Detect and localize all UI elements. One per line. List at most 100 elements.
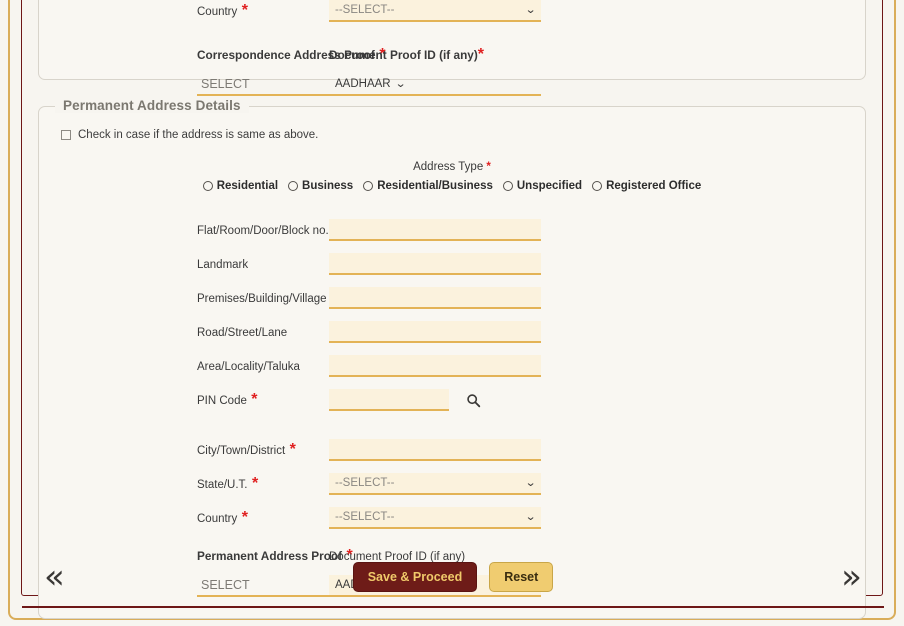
correspondence-address-proof-value: SELECT <box>201 77 250 91</box>
state-ut-select[interactable]: --SELECT-- ⌄ <box>329 473 541 495</box>
required-asterisk: * <box>483 161 491 173</box>
field-label-col: Landmark <box>39 255 329 273</box>
chevron-down-icon: ⌄ <box>524 510 537 523</box>
premises-building-village-input[interactable] <box>329 287 541 309</box>
permanent-country-select[interactable]: --SELECT-- ⌄ <box>329 507 541 529</box>
form-action-bar: « Save & Proceed Reset » <box>22 548 884 608</box>
radio-icon[interactable] <box>288 181 299 191</box>
flat-room-door-block-input[interactable] <box>329 219 541 241</box>
correspondence-proof-labels-row: Correspondence Address Proof * Document … <box>39 45 865 65</box>
premises-building-village-label: Premises/Building/Village <box>197 293 327 305</box>
field-input-col <box>329 389 589 411</box>
address-type-option-label: Residential <box>216 180 279 192</box>
pin-code-input[interactable] <box>329 389 449 411</box>
address-type-option-residential[interactable]: Residential <box>202 180 279 192</box>
permanent-field-row: Area/Locality/Taluka <box>39 352 865 380</box>
field-input-col <box>329 287 541 309</box>
field-label-col: City/Town/District * <box>39 441 329 459</box>
radio-icon[interactable] <box>363 181 374 191</box>
address-type-option-residential-business[interactable]: Residential/Business <box>363 180 493 192</box>
road-street-lane-label: Road/Street/Lane <box>197 327 288 339</box>
address-type-option-label: Business <box>302 180 354 192</box>
field-label-col: State/U.T. * <box>39 475 329 493</box>
field-input-col <box>329 439 541 461</box>
address-type-radio-group: Residential Business Residential/Busines… <box>39 180 865 192</box>
correspondence-docid-field-col: AADHAAR <box>329 74 541 96</box>
field-input-col: --SELECT-- ⌄ <box>329 473 541 495</box>
correspondence-country-row: Country * --SELECT-- ⌄ <box>39 0 865 25</box>
same-as-above-label: Check in case if the address is same as … <box>78 129 319 141</box>
address-type-option-business[interactable]: Business <box>288 180 353 192</box>
correspondence-country-label-col: Country * <box>39 2 329 20</box>
correspondence-document-proof-id-value: AADHAAR <box>335 78 391 90</box>
correspondence-country-value: --SELECT-- <box>335 4 395 16</box>
radio-icon[interactable] <box>502 181 513 191</box>
road-street-lane-input[interactable] <box>329 321 541 343</box>
permanent-field-row: City/Town/District * <box>39 436 865 464</box>
required-asterisk: * <box>247 475 259 492</box>
address-type-option-label: Registered Office <box>606 180 702 192</box>
field-label-col: Area/Locality/Taluka <box>39 357 329 375</box>
flat-room-door-block-label: Flat/Room/Door/Block no. <box>197 225 329 237</box>
pin-code-label: PIN Code <box>197 395 247 407</box>
city-town-district-input[interactable] <box>329 439 541 461</box>
permanent-address-card: Permanent Address Details Check in case … <box>38 98 866 619</box>
reset-button[interactable]: Reset <box>489 562 554 592</box>
field-label-col: PIN Code * <box>39 391 329 409</box>
city-town-district-label: City/Town/District <box>197 445 286 457</box>
correspondence-address-card: Country * --SELECT-- ⌄ Correspondence Ad… <box>38 0 866 96</box>
permanent-field-row: Premises/Building/Village <box>39 284 865 312</box>
permanent-country-label: Country <box>197 513 238 525</box>
address-type-option-label: Unspecified <box>516 180 583 192</box>
permanent-fields-group: Flat/Room/Door/Block no. * Landmark <box>39 216 865 600</box>
required-asterisk: * <box>237 2 248 19</box>
required-asterisk: * <box>246 391 258 408</box>
field-label-col: Flat/Room/Door/Block no. * <box>39 221 339 239</box>
correspondence-proof-select-col: SELECT ⌄ <box>39 74 409 96</box>
required-asterisk: * <box>285 441 296 458</box>
save-and-proceed-button[interactable]: Save & Proceed <box>352 562 478 592</box>
form-page: Country * --SELECT-- ⌄ Correspondence Ad… <box>0 0 904 626</box>
landmark-label: Landmark <box>197 259 249 271</box>
field-label-col: Road/Street/Lane <box>39 323 329 341</box>
permanent-country-value: --SELECT-- <box>335 511 395 523</box>
chevron-down-icon: ⌄ <box>524 3 537 16</box>
same-as-above-row[interactable]: Check in case if the address is same as … <box>39 129 865 141</box>
chevron-down-icon: ⌄ <box>394 77 407 90</box>
correspondence-country-select[interactable]: --SELECT-- ⌄ <box>329 0 541 22</box>
previous-page-button[interactable]: « <box>44 560 65 594</box>
correspondence-country-label: Country <box>197 6 238 18</box>
radio-icon[interactable] <box>202 181 213 191</box>
permanent-pincode-row: PIN Code * <box>39 386 865 414</box>
search-icon[interactable] <box>463 390 483 410</box>
permanent-address-legend: Permanent Address Details <box>55 98 249 113</box>
address-type-option-unspecified[interactable]: Unspecified <box>502 180 583 192</box>
correspondence-country-field-col: --SELECT-- ⌄ <box>329 0 541 22</box>
area-locality-taluka-input[interactable] <box>329 355 541 377</box>
permanent-field-row: Landmark <box>39 250 865 278</box>
same-as-above-checkbox[interactable] <box>61 130 71 140</box>
correspondence-document-proof-id-input[interactable]: AADHAAR <box>329 74 541 96</box>
address-type-option-label: Residential/Business <box>377 180 493 192</box>
required-asterisk: * <box>477 46 485 63</box>
permanent-field-row: Flat/Room/Door/Block no. * <box>39 216 865 244</box>
form-content: Country * --SELECT-- ⌄ Correspondence Ad… <box>22 0 882 619</box>
footer-button-group: Save & Proceed Reset <box>352 562 554 592</box>
address-type-label-row: Address Type * <box>39 161 865 173</box>
correspondence-proof-fields-row: SELECT ⌄ AADHAAR <box>39 71 865 99</box>
next-page-button[interactable]: » <box>841 560 862 594</box>
radio-icon[interactable] <box>592 181 603 191</box>
permanent-field-row: Road/Street/Lane <box>39 318 865 346</box>
area-locality-taluka-label: Area/Locality/Taluka <box>197 361 300 373</box>
address-type-option-registered-office[interactable]: Registered Office <box>592 180 701 192</box>
chevron-down-icon: ⌄ <box>524 476 537 489</box>
field-label-col: Premises/Building/Village <box>39 289 329 307</box>
permanent-field-row: State/U.T. * --SELECT-- ⌄ <box>39 470 865 498</box>
field-input-col <box>329 219 541 241</box>
field-input-col <box>329 321 541 343</box>
required-asterisk: * <box>237 509 248 526</box>
field-input-col: --SELECT-- ⌄ <box>329 507 541 529</box>
correspondence-docid-label-col: Document Proof ID (if any)* <box>329 46 629 64</box>
landmark-input[interactable] <box>329 253 541 275</box>
state-ut-label: State/U.T. <box>197 479 248 491</box>
